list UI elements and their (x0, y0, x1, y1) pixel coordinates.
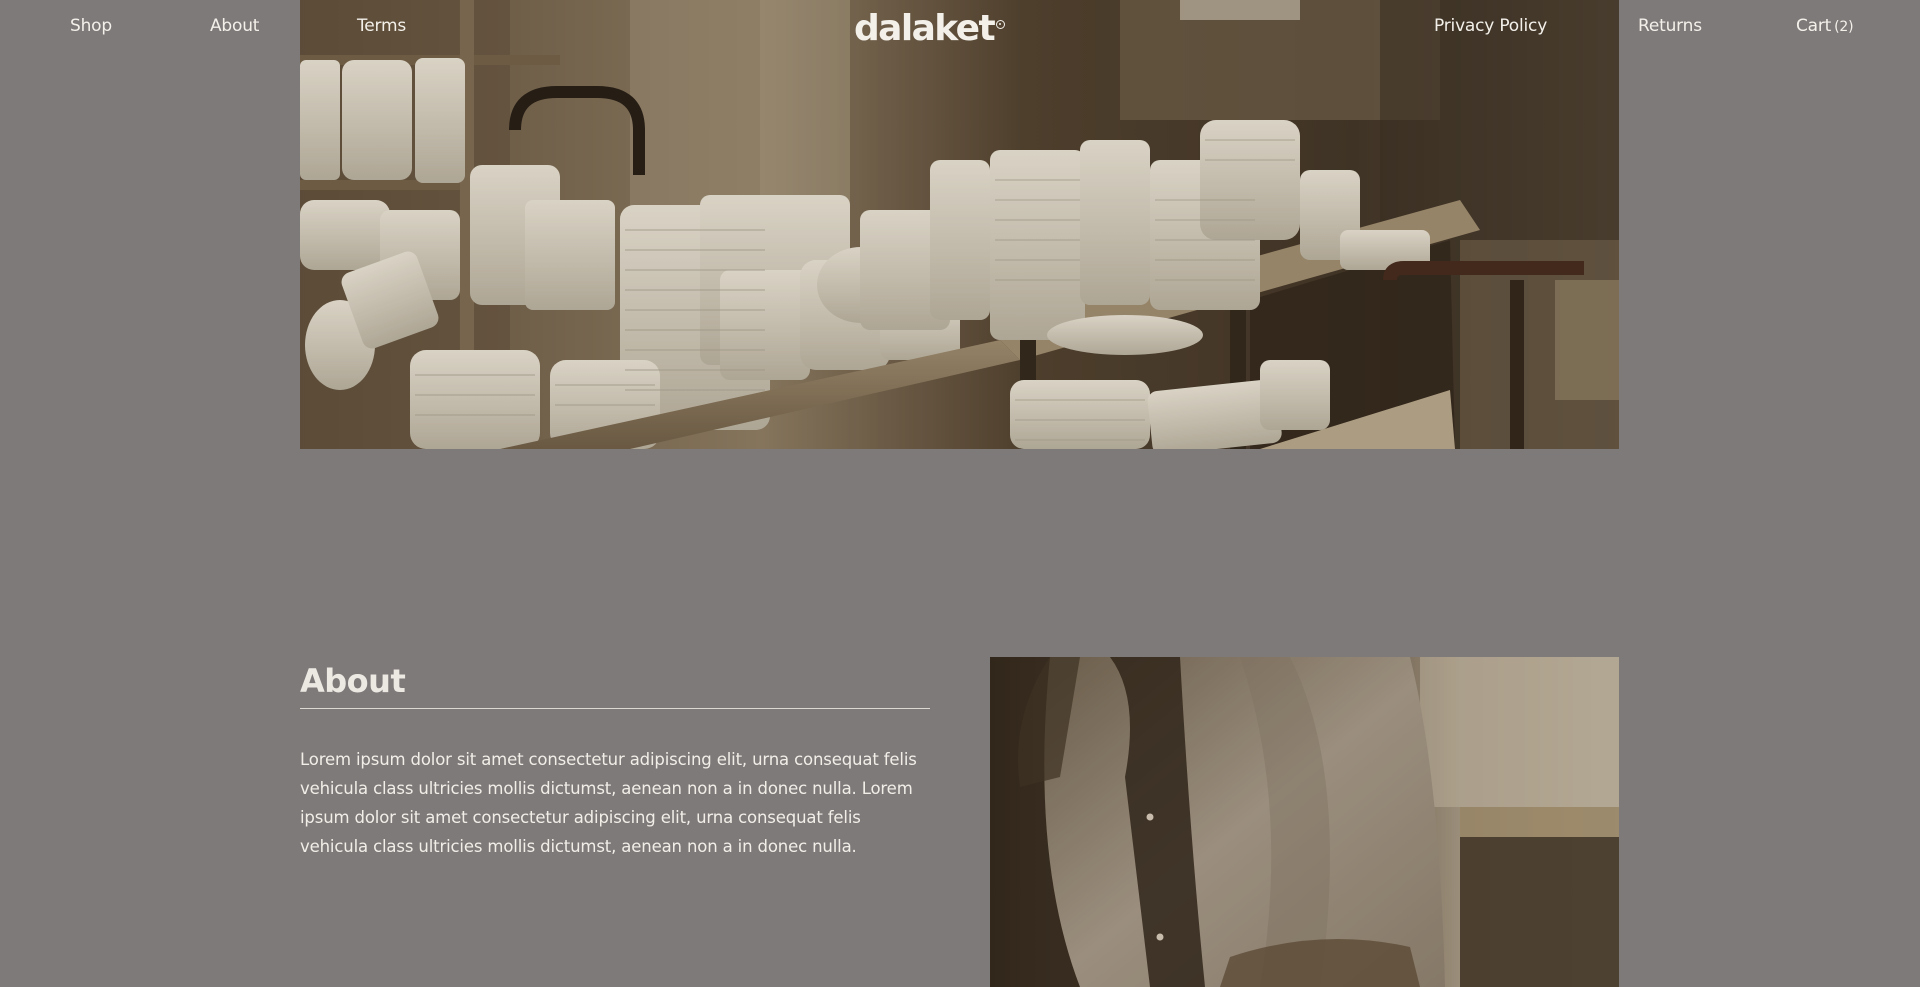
nav-link-cart[interactable]: Cart (2) (1796, 16, 1854, 36)
about-heading: About (300, 662, 406, 700)
nav-link-returns[interactable]: Returns (1638, 16, 1702, 36)
nav-link-about[interactable]: About (210, 16, 259, 36)
top-navigation: Shop About Terms dalaket Privacy Policy … (0, 0, 1920, 56)
logo-text: dalaket (854, 8, 996, 49)
about-divider (300, 708, 930, 710)
registered-mark-icon (996, 20, 1006, 29)
cart-count-badge: (2) (1834, 19, 1854, 35)
about-body-text: Lorem ipsum dolor sit amet consectetur a… (300, 750, 917, 857)
site-logo[interactable]: dalaket (854, 8, 1006, 49)
hero-image-pottery-workshop (300, 0, 1619, 449)
about-image-potter (990, 657, 1619, 987)
cart-label: Cart (1796, 16, 1832, 36)
nav-link-shop[interactable]: Shop (70, 16, 112, 36)
about-section: About Lorem ipsum dolor sit amet consect… (300, 662, 930, 878)
page: Shop About Terms dalaket Privacy Policy … (0, 0, 1920, 987)
nav-link-privacy-policy[interactable]: Privacy Policy (1434, 16, 1547, 36)
nav-link-terms[interactable]: Terms (357, 16, 406, 36)
